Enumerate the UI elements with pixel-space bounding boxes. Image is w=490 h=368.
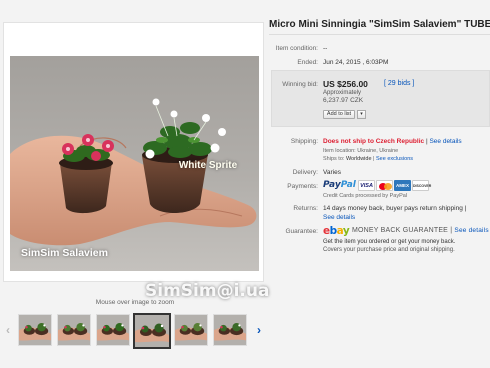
- delivery-value: Varies: [323, 169, 341, 176]
- money-back-guarantee-text: MONEY BACK GUARANTEE: [352, 227, 449, 234]
- ships-to-row: Ships to: Worldwide | See exclusions: [323, 156, 413, 162]
- exclusions-separator: |: [373, 156, 375, 162]
- returns-see-details-link[interactable]: See details: [323, 214, 355, 221]
- bid-count-link[interactable]: [ 29 bids ]: [384, 80, 414, 87]
- caption-simsim-salaviem: SimSim Salaviem: [21, 247, 108, 259]
- shipping-row: Does not ship to Czech Republic | See de…: [323, 138, 462, 145]
- returns-label: Returns:: [293, 205, 318, 212]
- delivery-label: Delivery:: [292, 169, 318, 176]
- winning-bid-price: US $256.00: [323, 79, 368, 89]
- ships-to-value: Worldwide: [345, 156, 372, 162]
- payments-label: Payments:: [287, 183, 318, 190]
- guarantee-see-details-link[interactable]: See details: [454, 227, 488, 234]
- czk-price: 6,237.97 CZK: [323, 97, 364, 104]
- thumbnail-strip: ‹ ›: [0, 310, 270, 350]
- zoom-hint: Mouse over image to zoom: [95, 299, 175, 306]
- listing-title: Micro Mini Sinningia "SimSim Salaviem" T…: [269, 19, 490, 30]
- shipping-see-details-link[interactable]: See details: [429, 138, 461, 145]
- shipping-label: Shipping:: [290, 138, 318, 145]
- add-to-list-dropdown-icon[interactable]: ▾: [357, 110, 366, 119]
- caption-white-sprite: White Sprite: [178, 160, 238, 171]
- main-image-frame[interactable]: White Sprite SimSim Salaviem SimSim@i.ua: [3, 22, 269, 301]
- thumbnail-next-arrow-icon[interactable]: ›: [254, 323, 264, 337]
- ebay-logo: ebay: [323, 225, 350, 237]
- paypal-logo: PayPal: [323, 180, 356, 190]
- guarantee-line-1: Get the item you ordered or get your mon…: [323, 239, 456, 245]
- add-to-list-button[interactable]: Add to list: [323, 110, 355, 119]
- thumbnail-prev-arrow-icon[interactable]: ‹: [3, 323, 13, 337]
- thumbnail-6[interactable]: [213, 314, 247, 346]
- discover-card-icon: DISCOVER: [412, 180, 431, 191]
- shipping-separator: |: [425, 138, 428, 145]
- money-back-guarantee-row: MONEY BACK GUARANTEE | See details: [352, 227, 489, 234]
- thumbnail-1[interactable]: [18, 314, 52, 346]
- condition-label: Item condition:: [275, 45, 318, 52]
- thumbnail-4[interactable]: [133, 313, 171, 349]
- visa-card-icon: VISA: [358, 180, 375, 191]
- winning-bid-box: [271, 70, 490, 127]
- guarantee-line-2: Covers your purchase price and original …: [323, 247, 455, 253]
- hand: [10, 135, 257, 246]
- ships-to-label: Ships to:: [323, 156, 345, 162]
- watermark: SimSim@i.ua: [145, 281, 270, 301]
- winning-bid-label: Winning bid:: [282, 81, 318, 88]
- ended-label: Ended:: [297, 59, 318, 66]
- approximately-label: Approximately: [323, 90, 362, 96]
- main-product-photo[interactable]: White Sprite SimSim Salaviem: [10, 56, 259, 271]
- ended-value: Jun 24, 2015 , 6:03PM: [323, 59, 389, 66]
- item-location: Item location: Ukraine, Ukraine: [323, 148, 399, 154]
- credit-card-note: Credit Cards processed by PayPal: [323, 193, 408, 199]
- condition-value: --: [323, 45, 328, 52]
- mastercard-icon: [376, 180, 393, 191]
- returns-policy: 14 days money back, buyer pays return sh…: [323, 205, 467, 212]
- title-divider: [269, 34, 490, 35]
- amex-card-icon: AMEX: [394, 180, 411, 191]
- thumbnail-3[interactable]: [96, 314, 130, 346]
- see-exclusions-link[interactable]: See exclusions: [376, 156, 413, 162]
- thumbnail-5[interactable]: [174, 314, 208, 346]
- guarantee-separator: |: [450, 227, 453, 234]
- shipping-warning: Does not ship to Czech Republic: [323, 138, 425, 145]
- thumbnail-2[interactable]: [57, 314, 91, 346]
- guarantee-label: Guarantee:: [285, 228, 318, 235]
